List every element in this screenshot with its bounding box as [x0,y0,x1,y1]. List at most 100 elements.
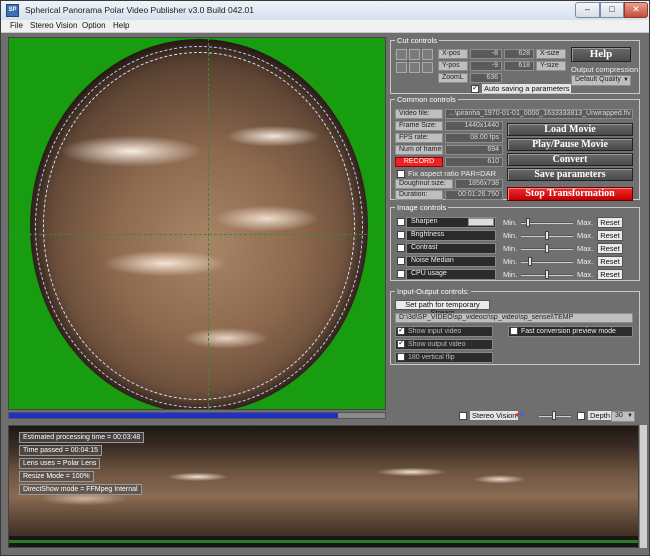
ysize-field[interactable]: 618 [504,61,534,71]
brightness-slider-thumb[interactable] [545,231,549,240]
menu-option[interactable]: Option [82,21,106,30]
frame-size-label: Frame Size: [395,121,443,131]
title-bar[interactable]: SP Spherical Panorama Polar Video Publis… [1,1,649,20]
fps-label: FPS rate: [395,133,443,143]
stop-transformation-button[interactable]: Stop Transformation [507,187,633,201]
status-time-passed: Time passed = 00:04:15 [19,445,103,456]
zoom-field[interactable]: 636 [470,73,502,83]
chevron-down-icon: ▼ [627,413,633,419]
contrast-slider-thumb[interactable] [545,244,549,253]
minimize-button[interactable]: – [575,2,600,18]
move-up-right-button[interactable] [422,49,433,60]
noise-median-checkbox[interactable] [397,257,405,265]
depth-checkbox[interactable] [577,412,585,420]
ysize-label: Y-size [536,61,566,71]
num-frames-label: Num of frames: [395,145,443,155]
sharpen-reset-button[interactable]: Reset [597,217,623,228]
playback-progress[interactable] [8,412,386,419]
video-file-field[interactable]: ...\piranha_1970-01-01_0000_1633333813_U… [445,109,633,119]
depth-slider-thumb[interactable] [552,411,556,420]
depth-select[interactable]: 30 ▼ [611,411,635,422]
fps-field: 08.00 fps [445,133,503,143]
load-movie-button[interactable]: Load Movie [507,123,633,136]
contrast-max-label: Max. [577,244,594,253]
move-left-button[interactable] [396,62,407,73]
show-output-row[interactable]: Show output video [395,339,493,350]
output-compression-label: Output compression [571,65,639,74]
chevron-down-icon: ▼ [623,77,629,83]
record-button[interactable]: RECORD [395,157,443,167]
xpos-field[interactable]: -8 [470,49,502,59]
fix-aspect-checkbox[interactable] [397,170,405,178]
horizontal-guide-line [9,234,385,235]
io-controls-legend: Input-Output controls: [395,287,472,296]
contrast-reset-button[interactable]: Reset [597,243,623,254]
brightness-max-label: Max. [577,231,594,240]
vertical-flip-row[interactable]: 180 vertical flip [395,352,493,363]
move-down-button[interactable] [409,62,420,73]
cpu-usage-slider-thumb[interactable] [545,270,549,279]
show-output-label: Show output video [408,341,466,348]
save-parameters-button[interactable]: Save parameters [507,168,633,181]
brightness-checkbox[interactable] [397,231,405,239]
status-resize-mode: Resize Mode = 100% [19,471,94,482]
show-output-checkbox[interactable] [397,338,405,348]
cpu-usage-min-label: Min. [503,270,518,279]
sharpen-checkbox[interactable] [397,218,405,226]
fast-preview-row[interactable]: Fast conversion preview mode [508,326,633,337]
record-frame-field: 610 [445,157,503,167]
common-controls-legend: Common controls [395,95,458,104]
auto-save-checkbox[interactable] [471,83,479,93]
xsize-label: X-size [536,49,566,59]
noise-median-min-label: Min. [503,257,518,266]
play-pause-button[interactable]: Play/Pause Movie [507,138,633,151]
brightness-min-label: Min. [503,231,518,240]
convert-button[interactable]: Convert [507,153,633,166]
vertical-flip-checkbox[interactable] [397,353,405,361]
sharpen-mini-slider[interactable] [468,218,494,226]
fast-preview-checkbox[interactable] [510,327,518,335]
move-up-left-button[interactable] [396,49,407,60]
window-title: Spherical Panorama Polar Video Publisher… [25,5,255,15]
show-input-row[interactable]: Show input video [395,326,493,337]
xpos-label: X-pos [438,49,468,59]
output-panorama-view[interactable]: Estimated processing time = 00:03:48 Tim… [8,425,639,548]
status-lens: Lens uses = Polar Lens [19,458,101,469]
close-button[interactable]: ✕ [624,2,648,18]
noise-median-slider-thumb[interactable] [528,257,532,266]
input-video-view[interactable] [8,37,386,410]
contrast-label: Contrast [406,243,496,254]
stereo-vision-checkbox[interactable] [459,412,467,420]
sharpen-slider-thumb[interactable] [526,218,530,227]
depth-label: Depth [588,411,613,420]
help-button[interactable]: Help [571,47,631,62]
video-file-label: Video file: [395,109,443,119]
set-path-button[interactable]: Set path for temporary Stream [395,300,490,317]
num-frames-field: 694 [445,145,503,155]
duration-field: 00:01:26.750 [445,190,503,200]
brightness-reset-button[interactable]: Reset [597,230,623,241]
menu-help[interactable]: Help [113,21,129,30]
compression-select[interactable]: Default Quality ▼ [571,75,631,86]
contrast-checkbox[interactable] [397,244,405,252]
menu-file[interactable]: File [10,21,23,30]
maximize-button[interactable]: □ [600,2,624,18]
temp-path-field[interactable]: D:\3d\SP_VIDEO\sp_videocr\sp_video\sp_se… [395,313,633,323]
vertical-guide-line [208,38,209,409]
compression-value: Default Quality [575,76,621,83]
vertical-scrollbar[interactable] [639,425,647,548]
ypos-field[interactable]: -9 [470,61,502,71]
inner-cut-circle[interactable] [43,52,355,400]
fast-preview-label: Fast conversion preview mode [521,328,616,335]
noise-median-reset-button[interactable]: Reset [597,256,623,267]
menu-stereo-vision[interactable]: Stereo Vision [30,21,77,30]
cut-controls-legend: Cut controls [395,36,440,45]
image-controls-legend: Image controls [395,203,449,212]
cpu-usage-checkbox[interactable] [397,270,405,278]
move-right-button[interactable] [422,62,433,73]
app-icon: SP [6,4,19,17]
show-input-checkbox[interactable] [397,325,405,335]
xsize-field[interactable]: 628 [504,49,534,59]
cpu-usage-reset-button[interactable]: Reset [597,269,623,280]
move-up-button[interactable] [409,49,420,60]
